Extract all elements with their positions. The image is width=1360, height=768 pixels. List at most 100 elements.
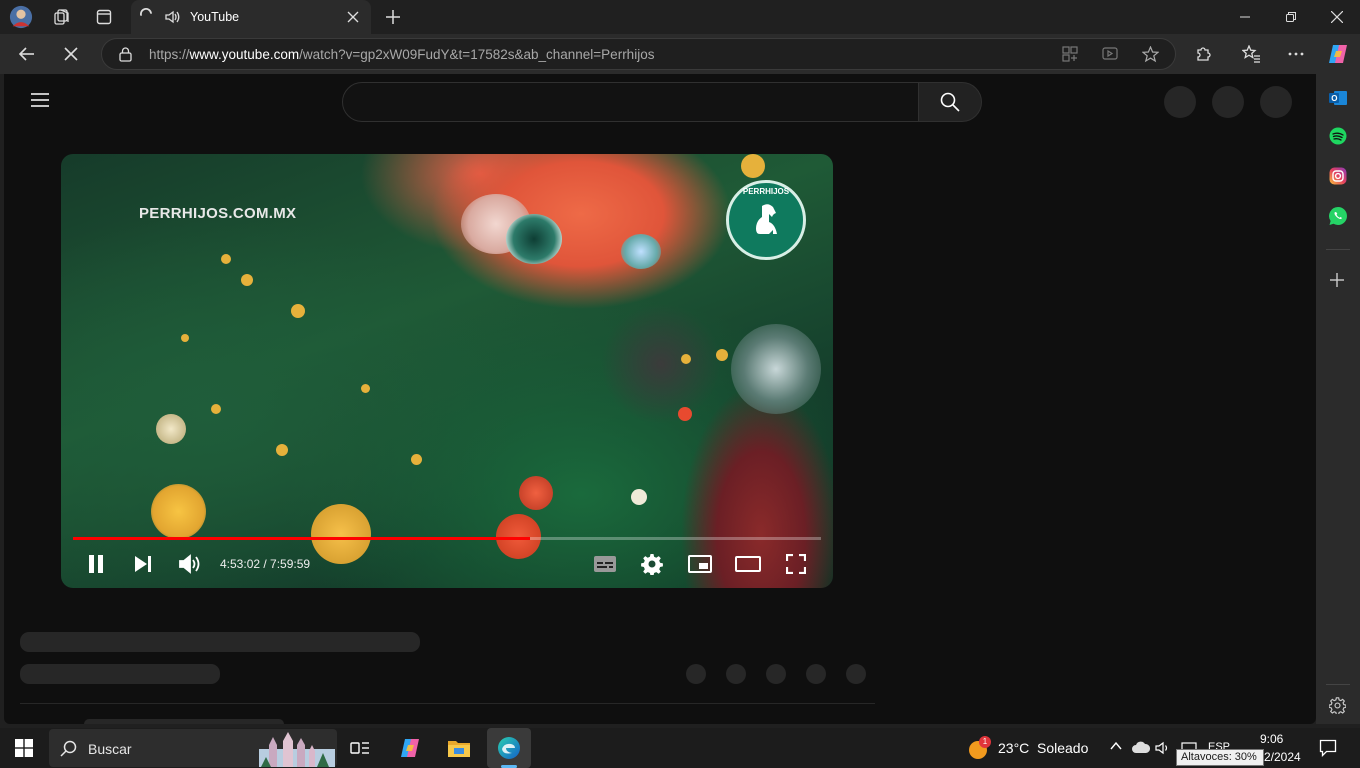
video-frame-bubble xyxy=(411,454,422,465)
theater-mode-button[interactable] xyxy=(730,550,766,578)
comment-placeholder xyxy=(84,719,284,724)
url-path: /watch?v=gp2xW09FudY&t=17582s&ab_channel… xyxy=(299,47,655,62)
sidebar-divider xyxy=(1326,684,1350,685)
video-frame-bubble xyxy=(716,349,728,361)
video-frame-bubble xyxy=(221,254,231,264)
read-aloud-icon[interactable] xyxy=(1102,46,1118,62)
search-icon xyxy=(940,92,960,112)
next-button[interactable] xyxy=(125,550,161,578)
video-player[interactable]: PERRHIJOS.COM.MX PERRHIJOS 4:53:02 / 7:5… xyxy=(61,154,833,588)
taskbar-search-box[interactable]: Buscar xyxy=(49,729,337,767)
video-frame-bubble xyxy=(276,444,288,456)
search-highlight-image xyxy=(259,731,335,767)
restore-button[interactable] xyxy=(1268,0,1314,34)
subtitles-button[interactable] xyxy=(587,550,623,578)
action-placeholder xyxy=(766,664,786,684)
video-frame-bubble xyxy=(211,404,221,414)
notifications-icon[interactable] xyxy=(1319,739,1337,757)
fullscreen-button[interactable] xyxy=(778,550,814,578)
video-frame-bubble xyxy=(361,384,370,393)
back-arrow-icon[interactable] xyxy=(18,45,36,63)
url-text[interactable]: https://www.youtube.com/watch?v=gp2xW09F… xyxy=(149,47,654,62)
pause-icon xyxy=(89,555,103,573)
windows-logo-icon xyxy=(15,739,33,757)
speaker-audio-icon[interactable] xyxy=(164,9,180,25)
favorite-star-icon[interactable] xyxy=(1142,46,1159,63)
copilot-icon[interactable] xyxy=(1327,43,1349,65)
video-watermark: PERRHIJOS.COM.MX xyxy=(139,205,297,222)
add-sidebar-app-icon[interactable] xyxy=(1330,273,1344,287)
loading-spinner-icon xyxy=(139,8,153,22)
pause-button[interactable] xyxy=(78,550,114,578)
sidebar-settings-icon[interactable] xyxy=(1329,697,1346,714)
tab-strip: YouTube xyxy=(0,0,1360,34)
video-frame-bubble xyxy=(156,414,186,444)
menu-hamburger-icon[interactable] xyxy=(31,93,49,107)
fullscreen-icon xyxy=(786,554,806,574)
windows-taskbar: Buscar 1 23°C Soleado ESP 9:06 2/2024 xyxy=(0,728,1360,768)
weather-condition[interactable]: Soleado xyxy=(1037,740,1088,756)
search-button[interactable] xyxy=(918,82,982,122)
clock-time[interactable]: 9:06 xyxy=(1260,732,1283,746)
header-placeholder-button[interactable] xyxy=(1164,86,1196,118)
url-prefix: https:// xyxy=(149,47,190,62)
edge-sidebar: O xyxy=(1316,74,1360,724)
mute-button[interactable] xyxy=(172,550,208,578)
volume-tooltip: Altavoces: 30% xyxy=(1176,749,1264,766)
clock-date[interactable]: 2/2024 xyxy=(1264,750,1301,764)
favorites-icon[interactable] xyxy=(1242,45,1261,63)
video-frame-bubble xyxy=(741,154,765,178)
edge-taskbar-button[interactable] xyxy=(487,728,531,768)
copilot-taskbar-button[interactable] xyxy=(388,728,432,768)
youtube-page: PERRHIJOS.COM.MX PERRHIJOS 4:53:02 / 7:5… xyxy=(4,74,1316,724)
dog-logo-icon xyxy=(756,204,777,234)
lock-icon[interactable] xyxy=(119,47,132,62)
tab-youtube[interactable]: YouTube xyxy=(131,0,371,34)
action-placeholder xyxy=(726,664,746,684)
stop-loading-icon[interactable] xyxy=(63,46,79,62)
address-bar[interactable]: https://www.youtube.com/watch?v=gp2xW09F… xyxy=(101,38,1176,70)
search-input[interactable] xyxy=(342,82,919,122)
instagram-icon[interactable] xyxy=(1329,167,1347,185)
miniplayer-button[interactable] xyxy=(682,550,718,578)
volume-icon xyxy=(179,554,200,574)
minimize-button[interactable] xyxy=(1222,0,1268,34)
close-tab-icon[interactable] xyxy=(347,11,359,23)
video-frame-bubble xyxy=(311,504,371,564)
weather-icon[interactable]: 1 xyxy=(968,736,991,760)
edge-icon xyxy=(498,737,520,759)
video-frame-bubble xyxy=(506,214,562,264)
tab-actions-icon[interactable] xyxy=(92,5,116,29)
whatsapp-icon[interactable] xyxy=(1328,206,1348,226)
video-frame-bubble xyxy=(621,234,661,269)
header-placeholder-avatar[interactable] xyxy=(1260,86,1292,118)
settings-button[interactable] xyxy=(634,550,670,578)
miniplayer-icon xyxy=(688,555,712,573)
url-host: www.youtube.com xyxy=(189,47,300,62)
outlook-icon[interactable]: O xyxy=(1328,88,1348,108)
video-frame-bubble xyxy=(631,489,647,505)
video-frame-bubble xyxy=(519,476,553,510)
weather-temperature[interactable]: 23°C xyxy=(998,740,1029,756)
task-view-button[interactable] xyxy=(338,728,382,768)
more-options-icon[interactable] xyxy=(1287,45,1305,63)
channel-logo: PERRHIJOS xyxy=(726,180,806,260)
spotify-icon[interactable] xyxy=(1329,127,1347,145)
header-placeholder-button[interactable] xyxy=(1212,86,1244,118)
file-explorer-button[interactable] xyxy=(437,728,481,768)
workspaces-icon[interactable] xyxy=(50,5,74,29)
show-hidden-icons-chevron-icon[interactable] xyxy=(1110,742,1122,750)
start-button[interactable] xyxy=(2,728,46,768)
video-frame-bubble xyxy=(241,274,253,286)
app-available-icon[interactable] xyxy=(1062,46,1078,62)
channel-logo-text: PERRHIJOS xyxy=(742,187,790,196)
onedrive-cloud-icon[interactable] xyxy=(1132,740,1150,754)
progress-bar[interactable] xyxy=(73,537,821,540)
close-window-button[interactable] xyxy=(1314,0,1360,34)
subtitles-icon xyxy=(594,556,616,572)
volume-tray-icon[interactable] xyxy=(1155,741,1171,755)
extensions-icon[interactable] xyxy=(1195,45,1213,63)
tab-title: YouTube xyxy=(190,10,240,24)
new-tab-icon[interactable] xyxy=(381,5,405,29)
profile-avatar[interactable] xyxy=(9,5,33,29)
